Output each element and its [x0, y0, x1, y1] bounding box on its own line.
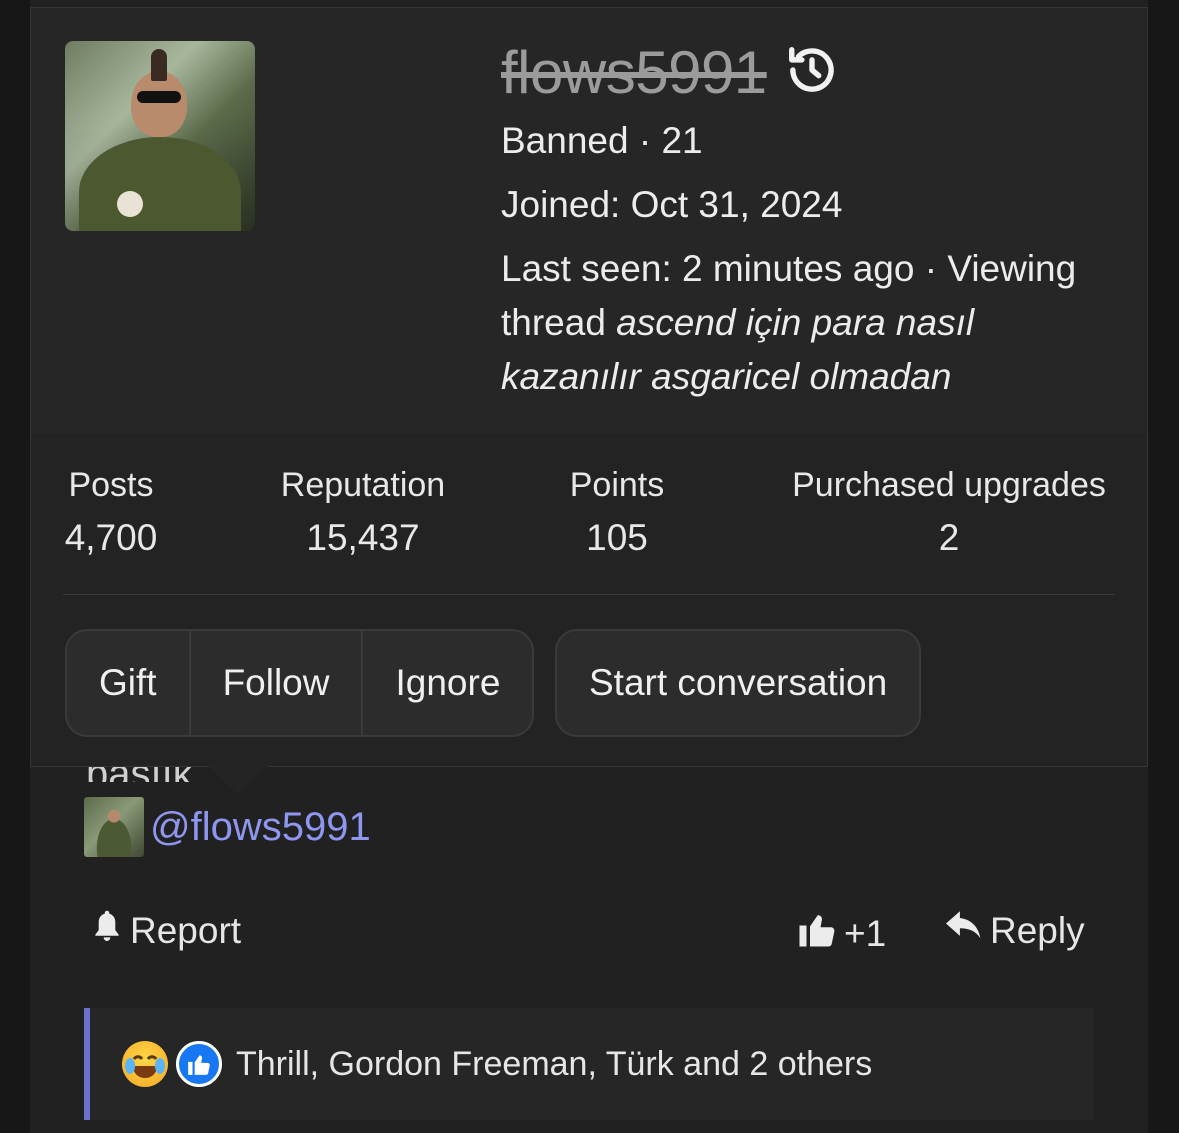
stat-points[interactable]: Points 105 — [557, 466, 677, 559]
follow-button[interactable]: Follow — [191, 631, 364, 735]
stat-label: Points — [569, 466, 665, 504]
reply-button[interactable]: Reply — [944, 908, 1085, 953]
stat-label: Posts — [68, 466, 154, 504]
mention-link[interactable]: @flows5991 — [84, 797, 371, 857]
mention-avatar — [84, 797, 144, 857]
ignore-button[interactable]: Ignore — [363, 631, 532, 735]
stat-value: 2 — [938, 517, 960, 558]
stat-reputation[interactable]: Reputation 15,437 — [265, 466, 461, 559]
gift-button[interactable]: Gift — [67, 631, 191, 735]
member-avatar[interactable] — [65, 41, 255, 231]
stat-value: 105 — [586, 517, 648, 558]
thread-title-line1[interactable]: ascend için para nasıl — [616, 302, 974, 343]
stat-label: Reputation — [280, 466, 446, 504]
mention-username[interactable]: @flows5991 — [150, 805, 371, 850]
member-status: Banned · 21 — [501, 120, 703, 161]
like-button[interactable]: +1 — [796, 908, 886, 959]
member-stats: Posts 4,700 Reputation 15,437 Points 105… — [31, 466, 1147, 566]
member-popup-card: flows5991 Banned · 21 Joined: Oct 31, 20… — [30, 7, 1148, 767]
stat-purchased-upgrades[interactable]: Purchased upgrades 2 — [775, 466, 1123, 559]
laugh-cry-emoji — [122, 1041, 168, 1087]
report-button[interactable]: Report — [90, 908, 241, 953]
reply-icon — [944, 908, 984, 953]
like-count: +1 — [844, 912, 887, 954]
post-actions: Report +1 Reply — [90, 908, 1095, 960]
reactions-summary[interactable]: Thrill, Gordon Freeman, Türk and 2 other… — [236, 1045, 872, 1084]
bell-icon — [90, 908, 124, 953]
stat-value: 15,437 — [306, 517, 420, 558]
conversation-group: Start conversation — [555, 629, 922, 737]
start-conversation-button[interactable]: Start conversation — [557, 631, 919, 735]
member-viewing-line-2: kazanılır asgaricel olmadan — [501, 356, 951, 398]
member-username-row: flows5991 — [501, 38, 839, 107]
like-reaction-icon — [176, 1041, 222, 1087]
member-viewing-line: thread ascend için para nasıl — [501, 302, 974, 344]
member-username[interactable]: flows5991 — [501, 38, 767, 107]
stat-label: Purchased upgrades — [792, 466, 1106, 504]
reactions-bar[interactable]: Thrill, Gordon Freeman, Türk and 2 other… — [84, 1008, 1094, 1120]
stats-divider — [63, 594, 1115, 595]
history-icon[interactable] — [785, 43, 839, 102]
popup-pointer — [206, 764, 270, 794]
thumbs-up-icon — [796, 908, 838, 959]
member-action-group: Gift Follow Ignore — [65, 629, 535, 737]
stat-value: 4,700 — [64, 517, 158, 558]
viewing-thread-word: thread — [501, 302, 606, 343]
thread-title-line2[interactable]: kazanılır asgaricel olmadan — [501, 356, 951, 397]
member-joined: Joined: Oct 31, 2024 — [501, 184, 843, 225]
report-label: Report — [130, 909, 242, 951]
reply-label: Reply — [990, 909, 1085, 951]
member-last-seen: Last seen: 2 minutes ago · Viewing — [501, 248, 1077, 289]
stat-posts[interactable]: Posts 4,700 — [61, 466, 161, 559]
